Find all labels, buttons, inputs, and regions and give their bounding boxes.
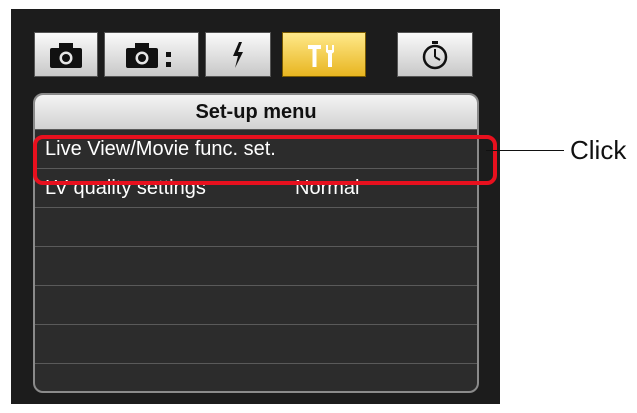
- wrench-tools-icon: [308, 44, 334, 67]
- timer-icon: [422, 40, 448, 69]
- flash-icon: [233, 41, 243, 68]
- camera-settings-panel: Set-up menu Live View/Movie func. set. L…: [11, 9, 500, 404]
- camera-colon-icon: [125, 42, 171, 68]
- menu-item-empty: [35, 363, 477, 391]
- menu-item-empty: [35, 207, 477, 246]
- flash-tab[interactable]: [205, 32, 271, 77]
- shooting-menu-tab[interactable]: [34, 32, 98, 77]
- setup-tab[interactable]: [282, 32, 366, 77]
- camera-icon: [50, 42, 82, 68]
- shooting-menu-2-tab[interactable]: [104, 32, 199, 77]
- callout-label: Click: [570, 135, 627, 165]
- highlight-box: [33, 135, 497, 185]
- menu-title: Set-up menu: [35, 95, 477, 129]
- menu-item-empty: [35, 285, 477, 324]
- menu-item-empty: [35, 324, 477, 363]
- menu-item-empty: [35, 246, 477, 285]
- timer-tab[interactable]: [397, 32, 473, 77]
- callout-line: [486, 150, 564, 151]
